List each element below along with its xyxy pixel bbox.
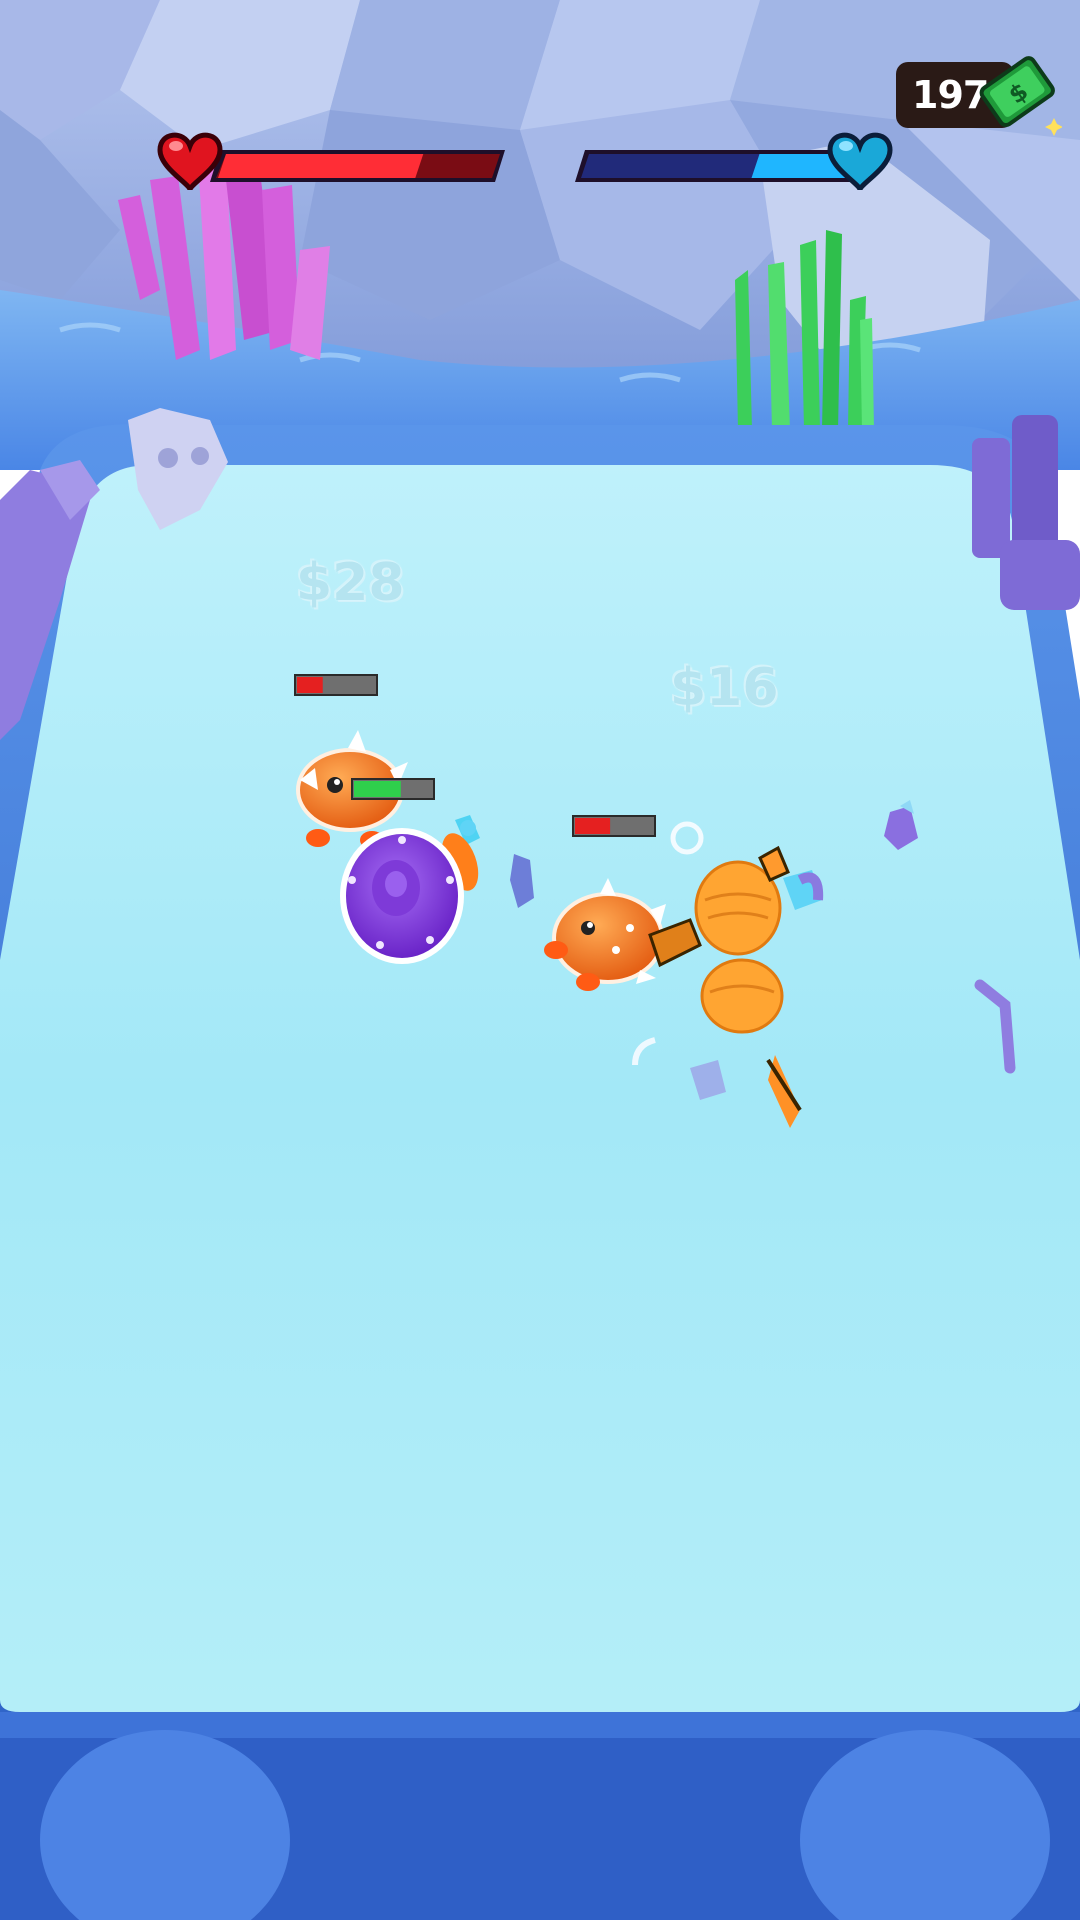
cash-bill-icon: $	[979, 56, 1062, 136]
price-tag-left: $28	[296, 553, 405, 613]
pufferfish-enemy-right-health-fill	[575, 818, 611, 834]
purple-sea-urchin-player	[340, 828, 464, 964]
cash-counter: 197 $	[896, 56, 1062, 136]
game-scene	[0, 0, 1080, 1920]
player-health-bar	[210, 150, 505, 182]
price-tag-right: $16	[670, 658, 779, 718]
arena-floor	[0, 465, 1080, 1712]
pufferfish-enemy-left-health-fill	[297, 677, 323, 693]
purple-sea-urchin-player-health-fill	[354, 781, 401, 797]
enemy-health-bar	[575, 150, 870, 182]
